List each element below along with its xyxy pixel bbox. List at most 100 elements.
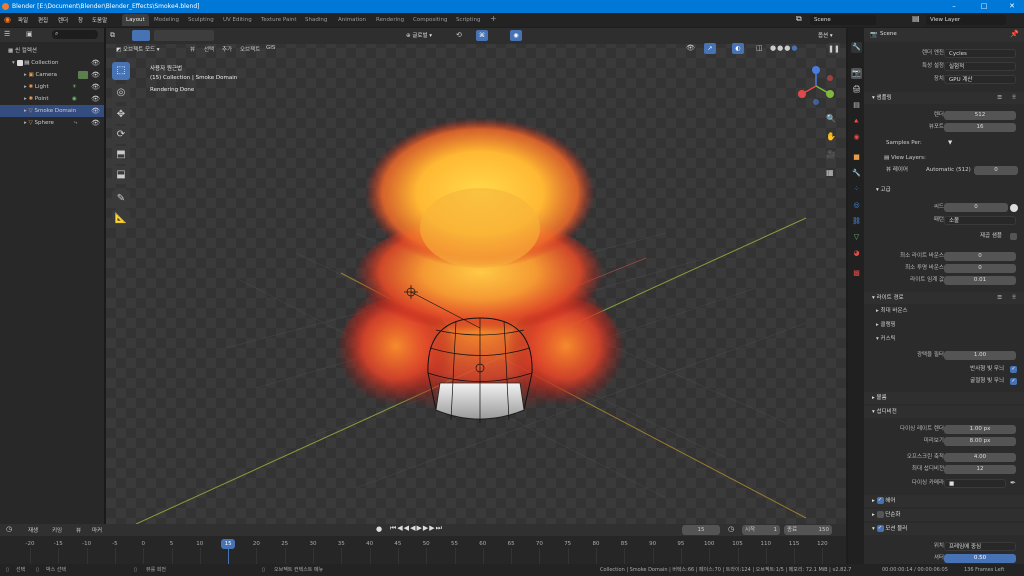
add-workspace-button[interactable]: + bbox=[486, 13, 501, 25]
select-modes-group[interactable] bbox=[154, 30, 214, 41]
physics-tab-icon[interactable]: ◎ bbox=[851, 200, 862, 211]
view-layer-tab-icon[interactable]: ▤ bbox=[851, 100, 862, 111]
dicing-preview-field[interactable]: 8.00 px bbox=[944, 437, 1016, 446]
menu-add[interactable]: 추가 bbox=[222, 45, 232, 53]
refractive-caustics-checkbox[interactable]: ✓ bbox=[1010, 378, 1017, 385]
scale-tool[interactable]: ⬒ bbox=[112, 146, 130, 164]
menu-help[interactable]: 도움말 bbox=[92, 16, 107, 24]
simplify-checkbox[interactable] bbox=[876, 511, 884, 518]
preview-range-icon[interactable]: ◷ bbox=[728, 525, 734, 533]
outliner-row-point[interactable]: ▸ ✺ Point ◉ 👁 bbox=[0, 93, 104, 105]
filter-glossy-field[interactable]: 1.00 bbox=[944, 351, 1016, 360]
section-subdivision[interactable]: ▾ 섭디비전 bbox=[864, 406, 1024, 418]
view-layer-selector[interactable]: View Layer bbox=[926, 15, 1006, 25]
texture-tab-icon[interactable]: ▩ bbox=[851, 268, 862, 279]
transform-orientation-selector[interactable]: ⊕ 글로벌 ▾ bbox=[406, 31, 432, 39]
dicing-camera-field[interactable]: ■ bbox=[944, 479, 1006, 488]
navigation-gizmo[interactable] bbox=[796, 66, 836, 106]
section-advanced[interactable]: ▾ 고급 bbox=[864, 184, 1024, 196]
pause-render-icon[interactable]: ❚❚ bbox=[828, 43, 840, 55]
menu-select[interactable]: 선택 bbox=[204, 45, 214, 53]
min-transparent-bounce-field[interactable]: 0 bbox=[944, 264, 1016, 273]
cursor-tool[interactable]: ◎ bbox=[112, 84, 130, 102]
section-sampling[interactable]: ▾ 샘플링 ☰ ⠿ bbox=[864, 92, 1024, 104]
visibility-icon[interactable]: 👁 bbox=[686, 44, 695, 52]
light-threshold-field[interactable]: 0.01 bbox=[944, 276, 1016, 285]
checkbox-icon[interactable] bbox=[16, 59, 23, 66]
move-tool[interactable]: ✥ bbox=[112, 106, 130, 124]
max-subdivisions-field[interactable]: 12 bbox=[944, 465, 1016, 474]
minimize-button[interactable]: – bbox=[944, 0, 964, 13]
camera-view-icon[interactable]: 🎥 bbox=[826, 150, 836, 159]
scene-collection-row[interactable]: ▦ 씬 컬렉션 bbox=[0, 45, 104, 57]
outliner-search-input[interactable]: ⌕ bbox=[52, 30, 98, 39]
subsection-clamping[interactable]: ▸ 클램핑 bbox=[864, 320, 1024, 331]
playback-controls[interactable]: ⏮◀◀◀▶▶▶⏭ bbox=[390, 524, 443, 533]
tab-rendering[interactable]: Rendering bbox=[372, 14, 408, 26]
menu-marker[interactable]: 마커 bbox=[92, 526, 102, 534]
subsection-max-bounces[interactable]: ▸ 최대 바운스 bbox=[864, 306, 1024, 317]
menu-gis[interactable]: GIS bbox=[266, 45, 275, 51]
output-tab-icon[interactable]: 🖨 bbox=[851, 84, 862, 95]
outliner-row-sphere[interactable]: ▸ ▽ Sphere ⤷ 👁 bbox=[0, 117, 104, 129]
eyedropper-icon[interactable]: ✒ bbox=[1010, 478, 1016, 489]
world-tab-icon[interactable]: ◉ bbox=[851, 132, 862, 143]
zoom-icon[interactable]: 🔍 bbox=[826, 114, 836, 123]
expand-icon[interactable]: ▾ bbox=[12, 60, 17, 66]
device-dropdown[interactable]: GPU 계산 bbox=[944, 75, 1016, 84]
tab-shading[interactable]: Shading bbox=[301, 14, 331, 26]
menu-playback[interactable]: 재생 bbox=[28, 526, 38, 534]
render-engine-dropdown[interactable]: Cycles bbox=[944, 49, 1016, 58]
outliner-row-collection[interactable]: ▾ ▤ Collection 👁 bbox=[0, 57, 104, 69]
render-tab-icon[interactable]: 📷 bbox=[851, 68, 862, 79]
tab-scripting[interactable]: Scripting bbox=[452, 14, 484, 26]
section-simplify[interactable]: ▸ 단순화 bbox=[864, 509, 1024, 521]
menu-render[interactable]: 렌더 bbox=[58, 16, 68, 24]
particles-tab-icon[interactable]: ⁘ bbox=[851, 184, 862, 195]
tab-layout[interactable]: Layout bbox=[122, 14, 149, 26]
section-volumes[interactable]: ▸ 볼륨 bbox=[864, 392, 1024, 404]
gizmo-icon[interactable]: ↗ bbox=[704, 43, 716, 54]
modifier-tab-icon[interactable]: 🔧 bbox=[851, 168, 862, 179]
view-layer-samples-field[interactable]: 0 bbox=[974, 166, 1018, 175]
motion-blur-position-dropdown[interactable]: 프레임에 중심 bbox=[944, 542, 1016, 551]
select-mode-button[interactable] bbox=[132, 30, 150, 41]
menu-file[interactable]: 파일 bbox=[18, 16, 28, 24]
perspective-toggle-icon[interactable]: ▦ bbox=[826, 168, 834, 177]
eye-icon[interactable]: 👁 bbox=[91, 117, 100, 129]
samples-per-row[interactable]: Samples Per: ▼ bbox=[864, 138, 1024, 149]
record-button[interactable]: ● bbox=[376, 525, 382, 533]
data-tab-icon[interactable]: ▽ bbox=[851, 232, 862, 243]
display-mode-icon[interactable]: ▣ bbox=[26, 30, 33, 38]
mode-selector[interactable]: ◩ 오브젝트 모드 ▾ bbox=[116, 45, 160, 53]
eye-icon[interactable]: 👁 bbox=[91, 81, 100, 93]
subsection-caustics[interactable]: ▾ 커스틱 bbox=[864, 334, 1024, 345]
playhead[interactable]: 15 bbox=[221, 539, 236, 549]
tab-modeling[interactable]: Modeling bbox=[150, 14, 183, 26]
chevron-down-icon[interactable]: ▼ bbox=[948, 138, 952, 149]
tab-texture-paint[interactable]: Texture Paint bbox=[257, 14, 301, 26]
close-button[interactable]: ✕ bbox=[1002, 0, 1022, 13]
eye-icon[interactable]: 👁 bbox=[91, 69, 100, 81]
proportional-edit-icon[interactable]: ◉ bbox=[510, 30, 522, 41]
menu-keying[interactable]: 키잉 bbox=[52, 526, 62, 534]
3d-viewport[interactable]: ⧉ ◩ 오브젝트 모드 ▾ 뷰 선택 추가 오브젝트 GIS ⊕ 글로벌 ▾ ⟲… bbox=[106, 28, 846, 524]
measure-tool[interactable]: 📐 bbox=[112, 210, 130, 228]
list-icon[interactable]: ☰ bbox=[997, 92, 1002, 104]
scene-tab-icon[interactable]: 🔺 bbox=[851, 116, 862, 127]
section-light-paths[interactable]: ▾ 라이트 경로 ☰ ⠿ bbox=[864, 292, 1024, 304]
dicing-rate-render-field[interactable]: 1.00 px bbox=[944, 425, 1016, 434]
snap-icon[interactable]: ⌘ bbox=[476, 30, 488, 41]
shading-mode-icons[interactable]: ●●●● bbox=[770, 44, 798, 52]
scene-selector[interactable]: Scene bbox=[810, 15, 876, 25]
tab-uv-editing[interactable]: UV Editing bbox=[219, 14, 256, 26]
menu-object[interactable]: 오브젝트 bbox=[240, 45, 260, 53]
menu-window[interactable]: 창 bbox=[78, 16, 83, 24]
menu-view[interactable]: 뷰 bbox=[76, 526, 81, 534]
menu-edit[interactable]: 편집 bbox=[38, 16, 48, 24]
maximize-button[interactable]: □ bbox=[974, 0, 994, 13]
object-tab-icon[interactable]: ■ bbox=[851, 152, 862, 163]
timeline-ruler[interactable]: -20 -15 -10 -5 0 5 10 15 20 25 30 35 40 45 50 55 60 65 70 7… bbox=[0, 536, 846, 564]
section-hair[interactable]: ▸ ✓ 헤어 bbox=[864, 495, 1024, 507]
motion-blur-checkbox[interactable]: ✓ bbox=[876, 525, 884, 532]
